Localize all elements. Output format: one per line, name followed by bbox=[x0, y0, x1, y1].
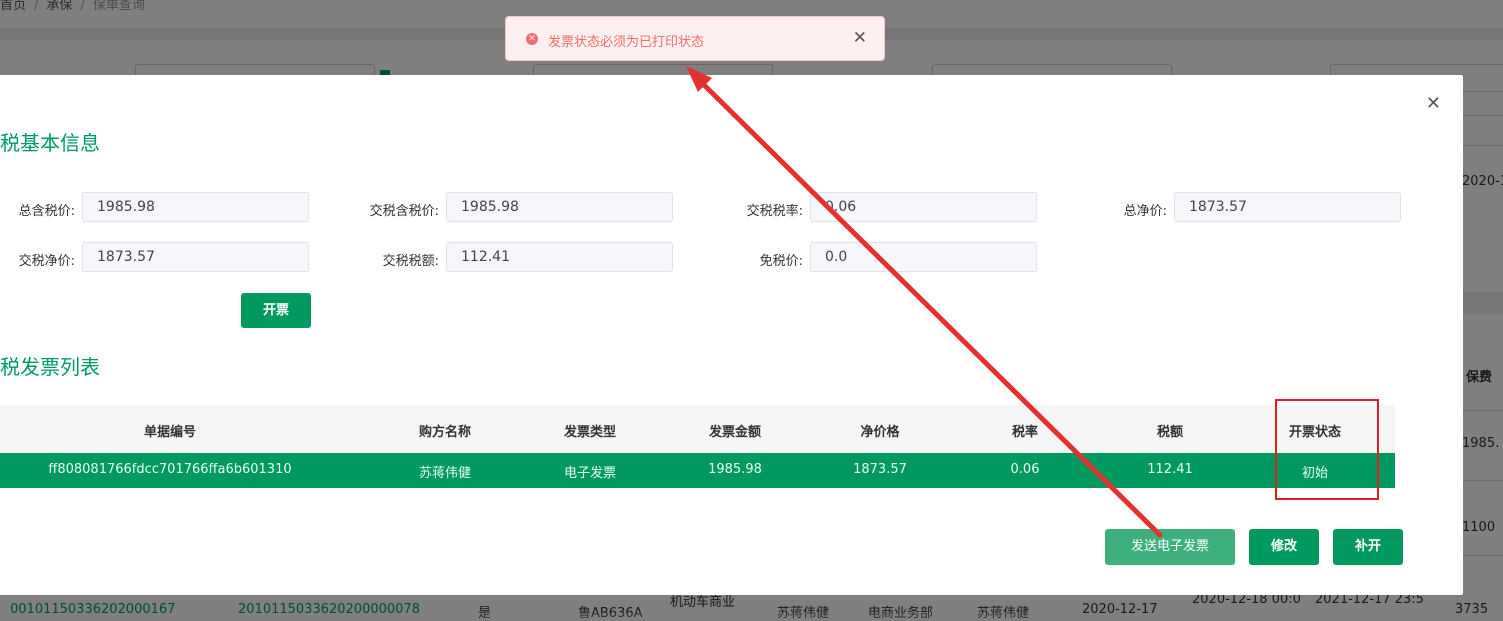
annotation-arrow bbox=[686, 66, 1163, 538]
